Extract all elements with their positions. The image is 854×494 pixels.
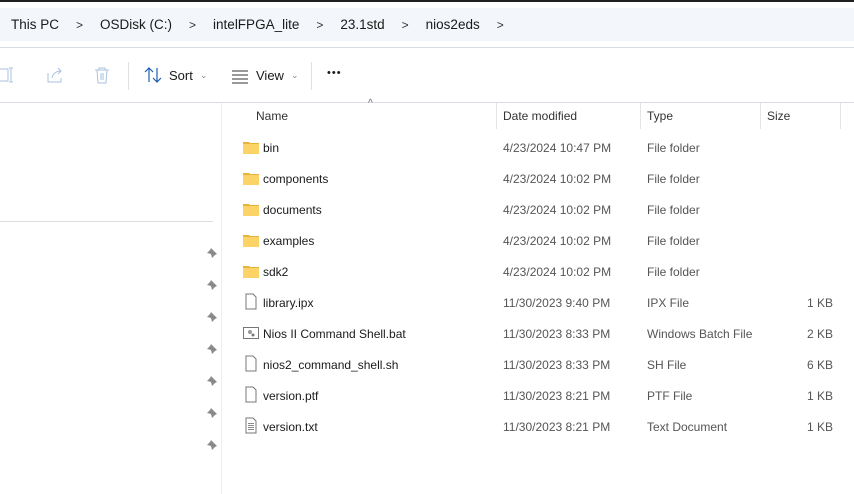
divider [0, 47, 854, 48]
file-type: Windows Batch File [647, 326, 753, 341]
column-header-date[interactable]: Date modified [503, 103, 577, 129]
pin-icon[interactable] [206, 311, 218, 323]
view-button[interactable]: View ⌄ [231, 66, 299, 84]
file-size: 6 KB [806, 357, 833, 372]
chevron-right-icon[interactable]: > [189, 18, 196, 32]
file-name: version.txt [263, 419, 318, 434]
file-name: examples [263, 233, 315, 248]
sort-button[interactable]: Sort ⌄ [144, 66, 207, 84]
rename-button[interactable] [0, 66, 14, 84]
trash-icon [95, 67, 109, 84]
breadcrumb-item[interactable]: 23.1std [340, 17, 384, 32]
file-date: 4/23/2024 10:02 PM [503, 202, 612, 217]
file-row[interactable]: version.txt 11/30/2023 8:21 PM Text Docu… [238, 411, 838, 442]
view-icon [232, 70, 248, 84]
share-button[interactable] [46, 66, 64, 84]
file-date: 4/23/2024 10:47 PM [503, 140, 612, 155]
file-type: File folder [647, 202, 700, 217]
column-header-name[interactable]: Name [256, 103, 288, 129]
share-icon [47, 67, 62, 83]
file-type: File folder [647, 140, 700, 155]
folder-icon [243, 235, 259, 247]
breadcrumb-item[interactable]: intelFPGA_lite [213, 17, 299, 32]
file-row[interactable]: sdk2 4/23/2024 10:02 PM File folder [238, 256, 838, 287]
file-row[interactable]: examples 4/23/2024 10:02 PM File folder [238, 225, 838, 256]
file-date: 4/23/2024 10:02 PM [503, 233, 612, 248]
text-file-icon [245, 417, 257, 434]
chevron-down-icon: ⌄ [290, 69, 299, 80]
file-name: components [263, 171, 329, 186]
folder-icon [243, 173, 259, 185]
pin-icon[interactable] [206, 279, 218, 291]
breadcrumb-item[interactable]: OSDisk (C:) [100, 17, 172, 32]
column-header-size[interactable]: Size [767, 103, 790, 129]
file-row[interactable]: version.ptf 11/30/2023 8:21 PM PTF File … [238, 380, 838, 411]
file-date: 11/30/2023 8:21 PM [503, 388, 611, 403]
file-date: 11/30/2023 8:21 PM [503, 419, 611, 434]
file-name: nios2_command_shell.sh [263, 357, 399, 372]
chevron-down-icon: ⌄ [199, 69, 208, 80]
file-type: SH File [647, 357, 687, 372]
sort-ascending-icon: ^ [368, 98, 373, 109]
breadcrumb: This PC > OSDisk (C:) > intelFPGA_lite >23.1s… [0, 8, 854, 41]
file-row[interactable]: components 4/23/2024 10:02 PM File folde… [238, 163, 838, 194]
navigation-pane [0, 103, 222, 494]
chevron-right-icon[interactable]: > [76, 18, 83, 32]
delete-button[interactable] [93, 66, 111, 84]
file-name: sdk2 [263, 264, 289, 279]
file-row[interactable]: documents 4/23/2024 10:02 PM File folder [238, 194, 838, 225]
file-type: Text Document [647, 419, 728, 434]
sort-label: Sort [169, 67, 193, 83]
file-date: 11/30/2023 8:33 PM [503, 357, 611, 372]
file-date: 11/30/2023 9:40 PM [503, 295, 611, 310]
file-icon [245, 386, 257, 403]
divider [0, 221, 213, 222]
window-top-border [0, 0, 854, 2]
chevron-right-icon[interactable]: > [497, 18, 504, 32]
breadcrumb-item[interactable]: nios2eds [426, 17, 480, 32]
file-type: IPX File [647, 295, 690, 310]
batch-file-icon [243, 327, 259, 339]
file-size: 1 KB [806, 388, 833, 403]
file-size: 2 KB [806, 326, 833, 341]
file-row[interactable]: library.ipx 11/30/2023 9:40 PM IPX File … [238, 287, 838, 318]
file-type: File folder [647, 233, 700, 248]
file-date: 4/23/2024 10:02 PM [503, 264, 612, 279]
breadcrumb-item[interactable]: This PC [11, 17, 59, 32]
more-options-button[interactable]: ••• [327, 67, 342, 79]
file-type: File folder [647, 264, 700, 279]
chevron-right-icon[interactable]: > [402, 18, 409, 32]
folder-icon [243, 204, 259, 216]
file-size: 1 KB [806, 295, 833, 310]
file-date: 11/30/2023 8:33 PM [503, 326, 611, 341]
file-date: 4/23/2024 10:02 PM [503, 171, 612, 186]
file-row[interactable]: Nios II Command Shell.bat 11/30/2023 8:3… [238, 318, 838, 349]
pin-icon[interactable] [206, 439, 218, 451]
view-label: View [256, 67, 284, 83]
pin-icon[interactable] [206, 343, 218, 355]
file-name: documents [263, 202, 322, 217]
file-icon [245, 293, 257, 310]
file-name: Nios II Command Shell.bat [263, 326, 406, 341]
file-name: library.ipx [263, 295, 314, 310]
pin-icon[interactable] [206, 247, 218, 259]
folder-icon [243, 142, 259, 154]
pin-icon[interactable] [206, 375, 218, 387]
file-icon [245, 355, 257, 372]
folder-icon [243, 266, 259, 278]
sort-icon [144, 67, 162, 83]
rename-icon [0, 67, 13, 83]
file-size: 1 KB [806, 419, 833, 434]
file-row[interactable]: bin 4/23/2024 10:47 PM File folder [238, 132, 838, 163]
file-name: version.ptf [263, 388, 319, 403]
file-type: File folder [647, 171, 700, 186]
file-name: bin [263, 140, 280, 155]
file-row[interactable]: nios2_command_shell.sh 11/30/2023 8:33 P… [238, 349, 838, 380]
chevron-right-icon[interactable]: > [316, 18, 323, 32]
file-type: PTF File [647, 388, 693, 403]
column-header-type[interactable]: Type [647, 103, 673, 129]
pin-icon[interactable] [206, 407, 218, 419]
